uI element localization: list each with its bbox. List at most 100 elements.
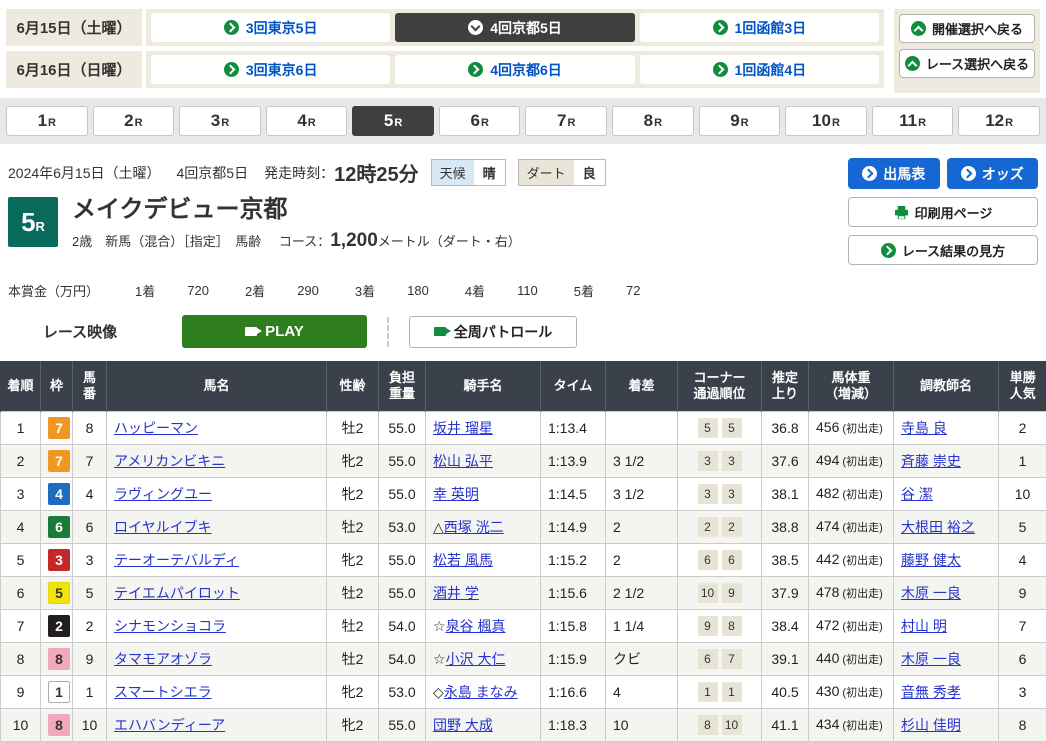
back-to-race-select-button[interactable]: レース選択へ戻る: [899, 49, 1035, 78]
horse-name-link[interactable]: タマモアオゾラ: [114, 651, 212, 667]
cell-body: 494 (初出走): [809, 444, 894, 477]
horse-name-link[interactable]: ラヴィングユー: [114, 486, 212, 502]
cell-num: 8: [73, 411, 107, 444]
trainer-name-link[interactable]: 音無 秀孝: [901, 684, 961, 700]
jockey-name-link[interactable]: 松山 弘平: [433, 453, 493, 469]
jockey-name-link[interactable]: 泉谷 楓真: [446, 618, 506, 634]
jockey-name-link[interactable]: 団野 大成: [433, 717, 493, 733]
meeting-button[interactable]: 1回函館3日: [640, 13, 879, 42]
meeting-button[interactable]: 4回京都6日: [395, 55, 634, 84]
body-weight-note: (初出走): [839, 621, 882, 633]
race-tab-6r[interactable]: 6R: [439, 106, 521, 136]
jockey-name-link[interactable]: 小沢 大仁: [446, 651, 506, 667]
race-tab-4r[interactable]: 4R: [266, 106, 348, 136]
horse-name-link[interactable]: エハバンディーア: [114, 717, 225, 733]
entries-button[interactable]: 出馬表: [848, 158, 940, 189]
horse-name-link[interactable]: アメリカンビキニ: [114, 453, 225, 469]
corner-position-box: 3: [722, 484, 742, 504]
play-button[interactable]: PLAY: [182, 315, 367, 348]
day-label: 6月16日（日曜）: [6, 51, 146, 88]
cell-pop: 2: [999, 411, 1046, 444]
corner-position-box: 6: [722, 550, 742, 570]
horse-name-link[interactable]: テイエムパイロット: [114, 585, 240, 601]
trainer-name-link[interactable]: 木原 一良: [901, 585, 961, 601]
cell-num: 10: [73, 708, 107, 741]
trainer-name-link[interactable]: 斉藤 崇史: [901, 453, 961, 469]
trainer-name-link[interactable]: 大根田 裕之: [901, 519, 975, 535]
cell-frame: 7: [41, 411, 73, 444]
jockey-name-link[interactable]: 永島 まなみ: [444, 684, 518, 700]
race-conditions-text: 2歳 新馬（混合）［指定］ 馬齢: [72, 234, 261, 249]
race-header: 2024年6月15日（土曜） 4回京都5日 発走時刻： 12時25分 天候 晴 …: [0, 144, 1046, 265]
cell-frame: 8: [41, 708, 73, 741]
play-label: PLAY: [265, 323, 304, 340]
trainer-name-link[interactable]: 寺島 良: [901, 420, 947, 436]
cell-jockey: 松若 風馬: [426, 543, 541, 576]
jockey-weight-symbol: △: [433, 519, 444, 535]
odds-button[interactable]: オッズ: [947, 158, 1039, 189]
trainer-name-link[interactable]: 杉山 佳明: [901, 717, 961, 733]
patrol-video-button[interactable]: 全周パトロール: [409, 316, 577, 348]
prize-amount: 180: [407, 283, 429, 298]
race-number-badge: 5R: [8, 197, 58, 247]
cell-frame: 1: [41, 675, 73, 708]
race-tab-3r[interactable]: 3R: [179, 106, 261, 136]
cell-num: 2: [73, 609, 107, 642]
jockey-name-link[interactable]: 坂井 瑠星: [433, 420, 493, 436]
day-label: 6月15日（土曜）: [6, 9, 146, 46]
cell-agari: 37.6: [762, 444, 809, 477]
chevron-right-icon: [961, 166, 976, 181]
race-tab-9r[interactable]: 9R: [699, 106, 781, 136]
horse-name-link[interactable]: シナモンショコラ: [114, 618, 226, 634]
cell-frame: 4: [41, 477, 73, 510]
race-tab-7r[interactable]: 7R: [525, 106, 607, 136]
weather-badge: 天候 晴: [431, 159, 506, 186]
jockey-name-link[interactable]: 西塚 洸二: [444, 519, 504, 535]
frame-number-badge: 7: [48, 450, 70, 472]
race-tab-10r[interactable]: 10R: [785, 106, 867, 136]
cell-margin: 2: [606, 510, 678, 543]
cell-frame: 2: [41, 609, 73, 642]
frame-number-badge: 7: [48, 417, 70, 439]
jockey-name-link[interactable]: 松若 風馬: [433, 552, 493, 568]
race-tab-1r[interactable]: 1R: [6, 106, 88, 136]
body-weight-value: 472: [816, 617, 839, 633]
trainer-name-link[interactable]: 村山 明: [901, 618, 947, 634]
meeting-button[interactable]: 3回東京6日: [151, 55, 390, 84]
cell-frame: 3: [41, 543, 73, 576]
trainer-name-link[interactable]: 木原 一良: [901, 651, 961, 667]
race-tab-2r[interactable]: 2R: [93, 106, 175, 136]
cell-frame: 7: [41, 444, 73, 477]
print-page-button[interactable]: 印刷用ページ: [848, 197, 1038, 227]
meeting-button[interactable]: 1回函館4日: [640, 55, 879, 84]
horse-name-link[interactable]: スマートシエラ: [114, 684, 212, 700]
jockey-name-link[interactable]: 酒井 学: [433, 585, 479, 601]
cell-pos: 7: [1, 609, 41, 642]
cell-jockey: ☆小沢 大仁: [426, 642, 541, 675]
table-row: 344ラヴィングユー牝255.0幸 英明1:14.53 1/23338.1482…: [1, 477, 1046, 510]
race-title-texts: メイクデビュー京都 2歳 新馬（混合）［指定］ 馬齢 コース：1,200メートル…: [72, 197, 521, 252]
horse-name-link[interactable]: テーオーテバルディ: [114, 552, 239, 568]
cell-pos: 2: [1, 444, 41, 477]
race-tab-5r[interactable]: 5R: [352, 106, 434, 136]
corner-position-box: 2: [722, 517, 742, 537]
chevron-right-icon: [881, 243, 896, 258]
trainer-name-link[interactable]: 谷 潔: [901, 486, 933, 502]
cell-name: シナモンショコラ: [107, 609, 327, 642]
horse-name-link[interactable]: ハッピーマン: [114, 420, 198, 436]
results-guide-button[interactable]: レース結果の見方: [848, 235, 1038, 265]
corner-position-box: 5: [698, 418, 718, 438]
jockey-name-link[interactable]: 幸 英明: [433, 486, 479, 502]
cell-sexage: 牡2: [327, 642, 379, 675]
race-tab-11r[interactable]: 11R: [872, 106, 954, 136]
back-to-kaisai-button[interactable]: 開催選択へ戻る: [899, 14, 1035, 43]
race-tab-number: 6: [470, 111, 479, 131]
race-tab-12r[interactable]: 12R: [958, 106, 1040, 136]
horse-name-link[interactable]: ロイヤルイブキ: [114, 519, 212, 535]
meeting-button[interactable]: 4回京都5日: [395, 13, 634, 42]
trainer-name-link[interactable]: 藤野 健太: [901, 552, 961, 568]
race-tab-8r[interactable]: 8R: [612, 106, 694, 136]
corner-position-box: 3: [698, 484, 718, 504]
cell-agari: 41.1: [762, 708, 809, 741]
meeting-button[interactable]: 3回東京5日: [151, 13, 390, 42]
